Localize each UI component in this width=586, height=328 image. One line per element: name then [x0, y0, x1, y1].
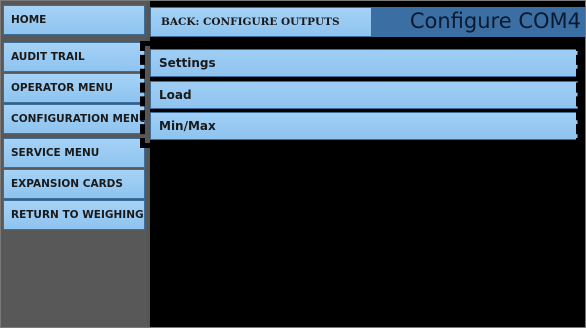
- header-bar: BACK: CONFIGURE OUTPUTS Configure COM4: [150, 7, 585, 37]
- sidebar: HOME AUDIT TRAIL OPERATOR MENU CONFIGURA…: [1, 1, 147, 327]
- sidebar-item-return-to-weighing[interactable]: RETURN TO WEIGHING: [3, 200, 145, 230]
- sidebar-item-operator-menu[interactable]: OPERATOR MENU: [3, 73, 145, 103]
- menu-item-settings[interactable]: Settings: [150, 49, 578, 77]
- sidebar-item-service-menu[interactable]: SERVICE MENU: [3, 138, 145, 168]
- menu-list: Settings Load Min/Max: [150, 49, 578, 141]
- sidebar-item-expansion-cards[interactable]: EXPANSION CARDS: [3, 169, 145, 199]
- sidebar-item-home[interactable]: HOME: [3, 5, 145, 35]
- menu-item-load[interactable]: Load: [150, 81, 578, 109]
- main-panel: BACK: CONFIGURE OUTPUTS Configure COM4 S…: [150, 1, 585, 327]
- sidebar-item-configuration-menu[interactable]: CONFIGURATION MENU: [3, 104, 145, 134]
- screen-frame: HOME AUDIT TRAIL OPERATOR MENU CONFIGURA…: [0, 0, 586, 328]
- sidebar-item-audit-trail[interactable]: AUDIT TRAIL: [3, 42, 145, 72]
- page-title: Configure COM4: [409, 9, 581, 33]
- back-button[interactable]: BACK: CONFIGURE OUTPUTS: [150, 7, 372, 37]
- menu-item-min-max[interactable]: Min/Max: [150, 112, 578, 140]
